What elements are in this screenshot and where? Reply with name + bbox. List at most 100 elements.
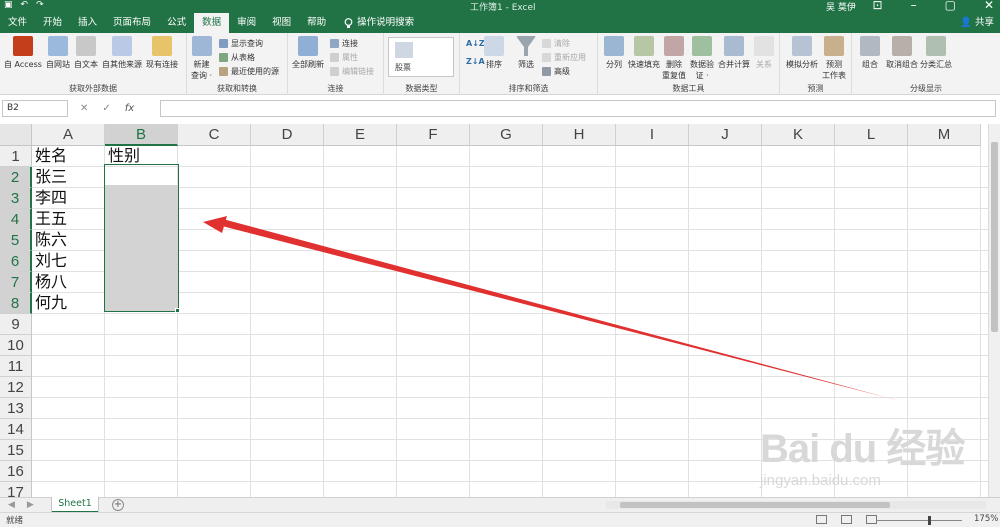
zoom-slider-thumb[interactable] <box>928 516 931 525</box>
fill-handle[interactable] <box>175 308 180 313</box>
column-header-k[interactable]: K <box>762 124 835 146</box>
column-header-l[interactable]: L <box>835 124 908 146</box>
enter-icon[interactable]: ✓ <box>102 100 110 117</box>
add-sheet-icon[interactable]: + <box>112 499 124 511</box>
prev-sheet-icon[interactable]: ◀ <box>8 498 15 512</box>
tab-home[interactable]: 开始 <box>35 13 70 33</box>
filter-button[interactable]: 筛选 <box>516 36 536 70</box>
cell-a4[interactable]: 王五 <box>32 209 105 230</box>
flash-fill-button[interactable]: 快速填充 <box>628 36 660 70</box>
row-header-1[interactable]: 1 <box>0 146 32 167</box>
row-header-17[interactable]: 17 <box>0 482 32 497</box>
column-header-j[interactable]: J <box>689 124 762 146</box>
forecast-sheet-button[interactable]: 预测 工作表 <box>822 36 846 81</box>
cell-a8[interactable]: 何九 <box>32 293 105 314</box>
connections-button[interactable]: 连接 <box>330 38 358 49</box>
cell-a2[interactable]: 张三 <box>32 167 105 188</box>
from-table-button[interactable]: 从表格 <box>219 52 255 63</box>
row-header-16[interactable]: 16 <box>0 461 32 482</box>
user-name[interactable]: 吴 莫伊 <box>826 0 856 13</box>
name-box[interactable]: B2 <box>2 100 68 117</box>
column-header-i[interactable]: I <box>616 124 689 146</box>
tab-view[interactable]: 视图 <box>264 13 299 33</box>
row-header-8[interactable]: 8 <box>0 293 32 314</box>
what-if-button[interactable]: 模拟分析 <box>786 36 818 70</box>
column-header-a[interactable]: A <box>32 124 105 146</box>
edit-links-button[interactable]: 编辑链接 <box>330 66 374 77</box>
new-query-button[interactable]: 新建 查询 · <box>191 36 212 81</box>
refresh-all-button[interactable]: 全部刷新 <box>292 36 324 70</box>
minimize-icon[interactable]: – <box>911 0 917 12</box>
row-header-4[interactable]: 4 <box>0 209 32 230</box>
row-header-13[interactable]: 13 <box>0 398 32 419</box>
tab-data[interactable]: 数据 <box>194 13 230 33</box>
next-sheet-icon[interactable]: ▶ <box>27 498 34 512</box>
vertical-scrollbar[interactable] <box>988 124 1000 497</box>
maximize-icon[interactable]: ▢ <box>945 0 956 12</box>
redo-icon[interactable]: ↷ <box>36 0 44 10</box>
column-header-f[interactable]: F <box>397 124 470 146</box>
show-queries-button[interactable]: 显示查询 <box>219 38 263 49</box>
tab-review[interactable]: 审阅 <box>229 13 264 33</box>
row-header-6[interactable]: 6 <box>0 251 32 272</box>
tab-page-layout[interactable]: 页面布局 <box>105 13 159 33</box>
horizontal-scroll-thumb[interactable] <box>620 502 890 508</box>
existing-connections-button[interactable]: 现有连接 <box>146 36 178 70</box>
vertical-scroll-thumb[interactable] <box>991 142 998 332</box>
zoom-level[interactable]: 175% <box>974 514 998 524</box>
insert-function-icon[interactable]: fx <box>125 100 134 117</box>
group-button[interactable]: 组合 <box>860 36 880 70</box>
column-header-c[interactable]: C <box>178 124 251 146</box>
column-header-e[interactable]: E <box>324 124 397 146</box>
formula-input[interactable] <box>160 100 996 117</box>
data-type-gallery[interactable]: 股票 <box>388 37 454 77</box>
column-header-b[interactable]: B <box>105 124 178 146</box>
row-header-9[interactable]: 9 <box>0 314 32 335</box>
ungroup-button[interactable]: 取消组合 <box>886 36 918 70</box>
row-header-2[interactable]: 2 <box>0 167 32 188</box>
from-other-sources-button[interactable]: 自其他来源 <box>102 36 142 70</box>
sheet-tab[interactable]: Sheet1 <box>52 497 98 513</box>
cell-a3[interactable]: 李四 <box>32 188 105 209</box>
cell-a5[interactable]: 陈六 <box>32 230 105 251</box>
data-validation-button[interactable]: 数据验 证 · <box>690 36 714 81</box>
close-icon[interactable]: ✕ <box>984 0 994 12</box>
row-header-14[interactable]: 14 <box>0 419 32 440</box>
relationships-button[interactable]: 关系 <box>754 36 774 70</box>
column-header-h[interactable]: H <box>543 124 616 146</box>
from-access-button[interactable]: 自 Access <box>4 36 42 70</box>
cell-a6[interactable]: 刘七 <box>32 251 105 272</box>
row-header-3[interactable]: 3 <box>0 188 32 209</box>
from-text-button[interactable]: 自文本 <box>74 36 98 70</box>
row-header-7[interactable]: 7 <box>0 272 32 293</box>
row-header-12[interactable]: 12 <box>0 377 32 398</box>
row-header-15[interactable]: 15 <box>0 440 32 461</box>
sort-button[interactable]: 排序 <box>484 36 504 70</box>
cell-a7[interactable]: 杨八 <box>32 272 105 293</box>
normal-view-icon[interactable] <box>816 515 827 524</box>
row-header-5[interactable]: 5 <box>0 230 32 251</box>
tab-help[interactable]: 帮助 <box>299 13 334 33</box>
ribbon-display-icon[interactable]: ⊡ <box>873 0 883 12</box>
remove-duplicates-button[interactable]: 删除 重复值 <box>662 36 686 81</box>
tab-insert[interactable]: 插入 <box>70 13 105 33</box>
recent-sources-button[interactable]: 最近使用的源 <box>219 66 279 77</box>
row-header-11[interactable]: 11 <box>0 356 32 377</box>
properties-button[interactable]: 属性 <box>330 52 358 63</box>
page-layout-view-icon[interactable] <box>841 515 852 524</box>
text-to-columns-button[interactable]: 分列 <box>604 36 624 70</box>
horizontal-scrollbar[interactable] <box>606 501 986 509</box>
cancel-icon[interactable]: ✕ <box>80 100 88 117</box>
column-header-g[interactable]: G <box>470 124 543 146</box>
tab-file[interactable]: 文件 <box>0 13 35 33</box>
tell-me-search[interactable]: 操作说明搜索 <box>334 13 422 33</box>
zoom-slider[interactable] <box>876 520 962 521</box>
advanced-filter-button[interactable]: 高级 <box>542 66 570 77</box>
row-header-10[interactable]: 10 <box>0 335 32 356</box>
column-header-d[interactable]: D <box>251 124 324 146</box>
share-button[interactable]: 👤 共享 <box>960 13 994 33</box>
clear-filter-button[interactable]: 清除 <box>542 38 570 49</box>
save-icon[interactable]: ▣ <box>4 0 13 10</box>
sort-za-button[interactable]: Z↓A <box>466 57 485 66</box>
reapply-button[interactable]: 重新应用 <box>542 52 586 63</box>
